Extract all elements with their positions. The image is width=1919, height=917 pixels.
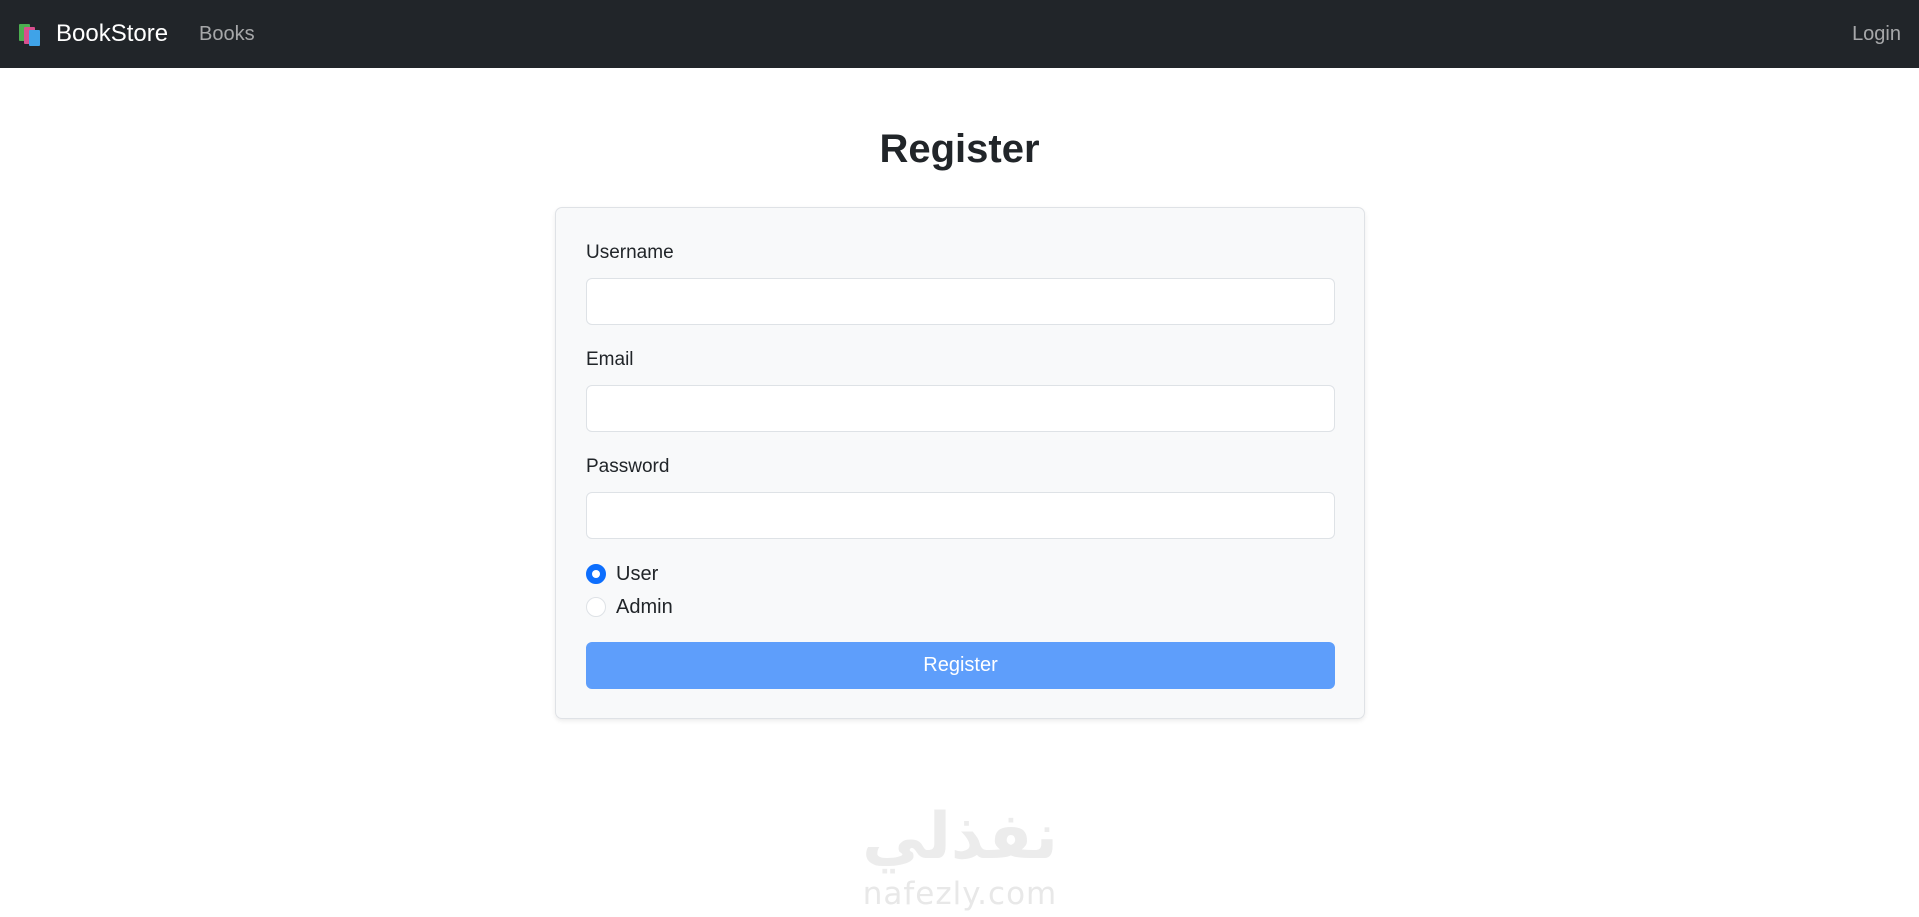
watermark-latin: nafezly.com xyxy=(862,876,1058,912)
watermark: نفذلي nafezly.com xyxy=(850,800,1070,917)
radio-label-user: User xyxy=(616,562,659,585)
role-option-admin[interactable]: Admin xyxy=(586,595,673,619)
register-button[interactable]: Register xyxy=(586,642,1335,689)
role-option-user[interactable]: User xyxy=(586,562,658,586)
password-input[interactable] xyxy=(586,492,1335,539)
username-label: Username xyxy=(586,242,674,263)
brand-label: BookStore xyxy=(56,20,169,47)
register-form-card: Username Email Password User Admin Regis… xyxy=(555,207,1365,719)
radio-label-admin: Admin xyxy=(616,595,673,618)
email-label: Email xyxy=(586,349,634,370)
watermark-arabic: نفذلي xyxy=(862,800,1058,874)
page-title: Register xyxy=(879,127,1040,171)
top-navbar: BookStore Books Login xyxy=(0,0,1919,68)
password-label: Password xyxy=(586,456,670,477)
radio-admin[interactable] xyxy=(586,597,606,617)
books-icon xyxy=(19,22,45,46)
radio-user[interactable] xyxy=(586,564,606,584)
nav-link-login[interactable]: Login xyxy=(1852,0,1901,68)
brand-link[interactable]: BookStore xyxy=(19,0,168,68)
email-input[interactable] xyxy=(586,385,1335,432)
nav-link-books[interactable]: Books xyxy=(199,0,255,68)
username-input[interactable] xyxy=(586,278,1335,325)
